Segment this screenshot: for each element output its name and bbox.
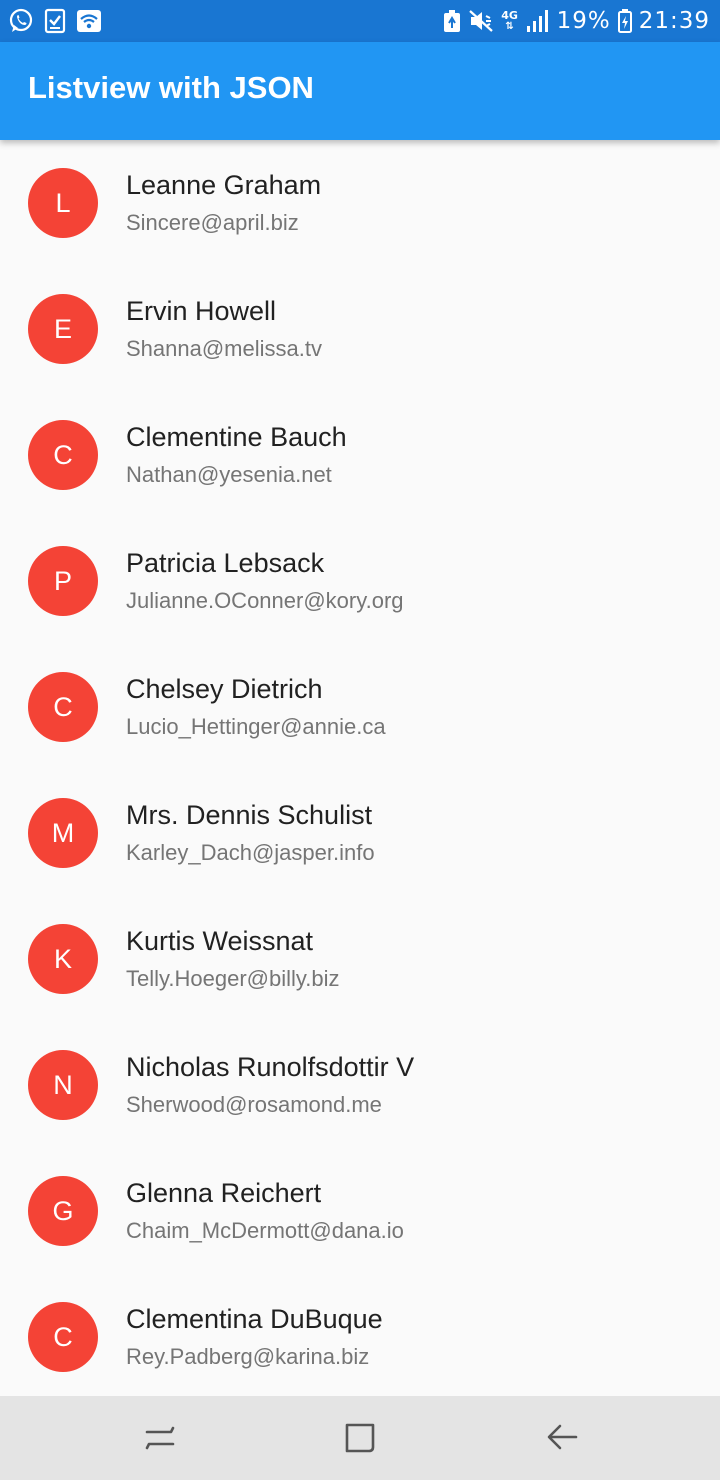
network-type: 4G	[501, 9, 518, 22]
user-email: Julianne.OConner@kory.org	[126, 588, 404, 613]
list-item[interactable]: C Chelsey Dietrich Lucio_Hettinger@annie…	[0, 644, 720, 770]
user-email: Shanna@melissa.tv	[126, 336, 322, 361]
recent-apps-icon	[145, 1426, 175, 1450]
user-name: Nicholas Runolfsdottir V	[126, 1052, 415, 1082]
user-name: Mrs. Dennis Schulist	[126, 800, 373, 830]
user-list[interactable]: L Leanne Graham Sincere@april.biz E Ervi…	[0, 140, 720, 1396]
home-icon	[345, 1423, 375, 1453]
home-button[interactable]	[338, 1416, 382, 1460]
avatar: C	[28, 1302, 98, 1372]
battery-icon	[617, 9, 632, 33]
avatar: N	[28, 1050, 98, 1120]
avatar: C	[28, 672, 98, 742]
data-arrows-icon: ⇅	[505, 21, 514, 32]
list-item[interactable]: E Ervin Howell Shanna@melissa.tv	[0, 266, 720, 392]
avatar: M	[28, 798, 98, 868]
lte-icon: 4G ⇅	[501, 10, 519, 32]
recent-apps-button[interactable]	[138, 1416, 182, 1460]
user-email: Lucio_Hettinger@annie.ca	[126, 714, 386, 739]
user-name: Clementine Bauch	[126, 422, 347, 452]
list-item[interactable]: M Mrs. Dennis Schulist Karley_Dach@jaspe…	[0, 770, 720, 896]
user-name: Glenna Reichert	[126, 1178, 322, 1208]
avatar: G	[28, 1176, 98, 1246]
user-name: Chelsey Dietrich	[126, 674, 323, 704]
back-icon	[547, 1424, 578, 1450]
checklist-icon	[44, 8, 66, 34]
avatar: L	[28, 168, 98, 238]
list-item[interactable]: C Clementina DuBuque Rey.Padberg@karina.…	[0, 1274, 720, 1396]
list-item[interactable]: G Glenna Reichert Chaim_McDermott@dana.i…	[0, 1148, 720, 1274]
avatar: C	[28, 420, 98, 490]
user-email: Sherwood@rosamond.me	[126, 1092, 382, 1117]
notification-icons	[8, 7, 102, 35]
battery-saver-icon	[443, 10, 460, 32]
user-email: Sincere@april.biz	[126, 210, 299, 235]
list-item[interactable]: N Nicholas Runolfsdottir V Sherwood@rosa…	[0, 1022, 720, 1148]
battery-percent: 19%	[556, 8, 611, 34]
list-item[interactable]: C Clementine Bauch Nathan@yesenia.net	[0, 392, 720, 518]
whatsapp-icon	[9, 8, 33, 32]
user-email: Rey.Padberg@karina.biz	[126, 1344, 370, 1369]
user-name: Ervin Howell	[126, 296, 277, 326]
signal-icon	[526, 10, 548, 32]
wifi-calling-icon	[77, 10, 101, 32]
clock: 21:39	[638, 8, 710, 34]
list-item[interactable]: L Leanne Graham Sincere@april.biz	[0, 140, 720, 266]
screen: 4G ⇅ 19% 21:39 Listview with JSON L Lean…	[0, 0, 720, 1480]
user-email: Chaim_McDermott@dana.io	[126, 1218, 404, 1243]
user-name: Kurtis Weissnat	[126, 926, 314, 956]
avatar: E	[28, 294, 98, 364]
status-bar: 4G ⇅ 19% 21:39	[0, 0, 720, 42]
list-item[interactable]: P Patricia Lebsack Julianne.OConner@kory…	[0, 518, 720, 644]
app-bar: Listview with JSON	[0, 42, 720, 140]
user-name: Leanne Graham	[126, 170, 322, 200]
back-button[interactable]	[540, 1416, 584, 1460]
user-email: Nathan@yesenia.net	[126, 462, 332, 487]
user-name: Clementina DuBuque	[126, 1304, 383, 1334]
system-icons: 4G ⇅ 19% 21:39	[443, 6, 710, 36]
navigation-bar	[0, 1396, 720, 1480]
avatar: K	[28, 924, 98, 994]
app-title: Listview with JSON	[28, 70, 314, 105]
user-name: Patricia Lebsack	[126, 548, 325, 578]
avatar: P	[28, 546, 98, 616]
list-item[interactable]: K Kurtis Weissnat Telly.Hoeger@billy.biz	[0, 896, 720, 1022]
user-email: Telly.Hoeger@billy.biz	[126, 966, 340, 991]
mute-icon	[468, 10, 493, 32]
user-email: Karley_Dach@jasper.info	[126, 840, 375, 865]
